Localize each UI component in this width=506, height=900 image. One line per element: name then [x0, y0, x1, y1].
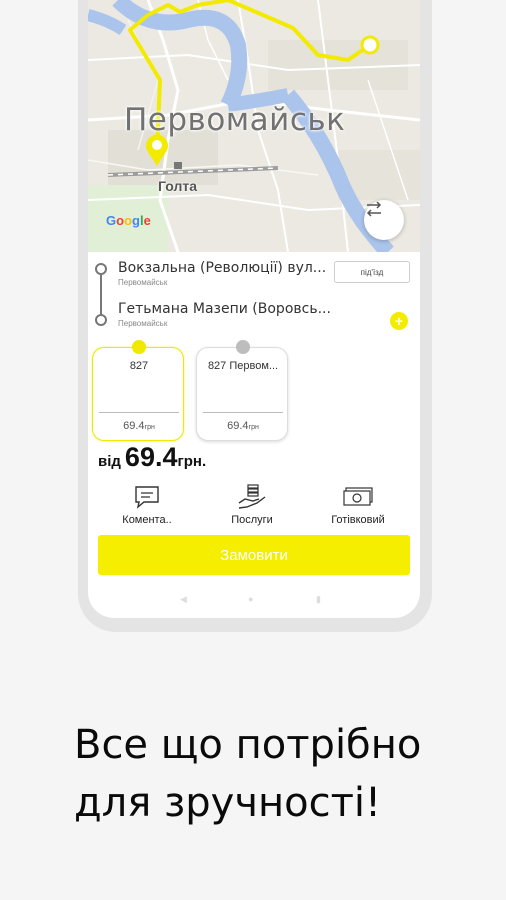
tariff-price: 69.4грн	[123, 420, 155, 432]
nav-recents-icon[interactable]: ▮	[316, 594, 321, 605]
tagline-line-2: для зручності!	[74, 780, 382, 826]
map-town-label: Голта	[158, 178, 197, 194]
tariff-divider	[203, 412, 283, 413]
map-view[interactable]: Первомайськ Голта Google	[88, 0, 420, 252]
tariff-divider	[99, 412, 179, 413]
tariff-price: 69.4грн	[227, 420, 259, 432]
entrance-button[interactable]: під'їзд	[334, 261, 410, 283]
nav-back-icon[interactable]: ◀	[180, 594, 187, 605]
tariff-name: 827	[129, 360, 149, 372]
origin-dot-icon	[95, 263, 107, 275]
tariff-name: 827 Первом...	[207, 360, 279, 372]
payment-option-label: Готівковий	[331, 514, 385, 526]
tariff-info-badge-icon	[236, 340, 250, 354]
payment-option[interactable]: Готівковий	[308, 482, 408, 526]
price-prefix: від	[98, 453, 121, 470]
origin-address[interactable]: Вокзальна (Революції) вул...	[118, 260, 330, 276]
promo-tagline: Все що потрібно для зручності!	[74, 716, 421, 832]
swap-route-button[interactable]	[364, 200, 404, 240]
comment-icon	[135, 486, 159, 509]
price-value: 69.4	[124, 442, 178, 472]
system-nav-bar: ◀ ● ▮	[88, 588, 420, 608]
destination-city: Первомайськ	[118, 319, 168, 328]
tariff-card[interactable]: 827 Первом... 69.4грн	[196, 340, 288, 441]
tagline-line-1: Все що потрібно	[74, 722, 422, 768]
services-icon	[238, 484, 266, 509]
google-logo: Google	[106, 213, 151, 228]
destination-address[interactable]: Гетьмана Мазепи (Воровсь...	[118, 301, 330, 317]
price-summary: від 69.4грн.	[98, 442, 206, 473]
add-stop-button[interactable]: +	[390, 312, 408, 330]
tariff-card-selected[interactable]: 827 69.4грн	[92, 340, 184, 441]
nav-home-icon[interactable]: ●	[248, 594, 253, 604]
app-screen: Первомайськ Голта Google Вокзальна (Рево…	[88, 0, 420, 618]
cash-icon	[343, 487, 373, 506]
destination-dot-icon	[95, 314, 107, 326]
origin-city: Первомайськ	[118, 278, 168, 287]
order-button[interactable]: Замовити	[98, 535, 410, 575]
tariff-selected-badge-icon	[132, 340, 146, 354]
services-option[interactable]: Послуги	[202, 482, 302, 526]
comment-option-label: Комента..	[122, 514, 172, 526]
comment-option[interactable]: Комента..	[97, 482, 197, 526]
route-connector	[100, 268, 102, 320]
swap-arrows-icon	[366, 201, 382, 217]
map-city-label: Первомайськ	[124, 102, 346, 138]
price-currency: грн.	[177, 453, 207, 470]
route-panel: Вокзальна (Революції) вул... Первомайськ…	[88, 252, 420, 338]
services-option-label: Послуги	[231, 514, 273, 526]
promo-canvas: Первомайськ Голта Google Вокзальна (Рево…	[0, 0, 506, 900]
